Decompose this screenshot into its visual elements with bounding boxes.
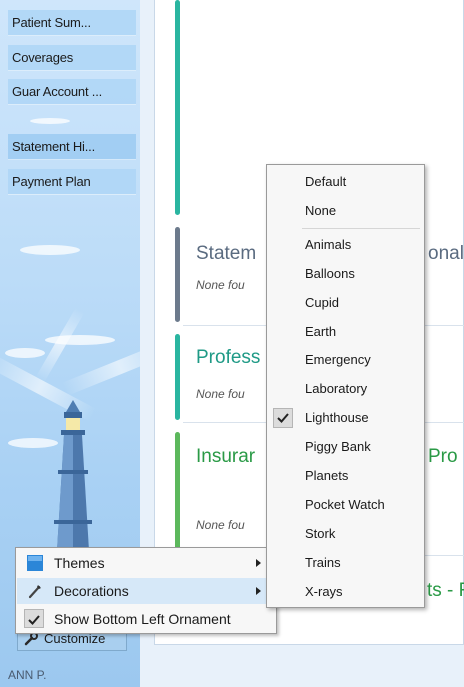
decoration-label: Lighthouse — [305, 410, 369, 425]
check-icon — [277, 413, 289, 423]
decoration-label: Emergency — [305, 352, 371, 367]
submenu-arrow-icon — [256, 587, 261, 595]
menu-item-label: Show Bottom Left Ornament — [54, 611, 231, 627]
statement-card-empty-text: None fou — [196, 278, 245, 292]
decoration-earth[interactable]: Earth — [268, 318, 423, 346]
checkmark-box — [273, 408, 293, 428]
decoration-stork[interactable]: Stork — [268, 520, 423, 548]
decoration-label: Planets — [305, 468, 349, 483]
cloud — [20, 245, 80, 255]
sidebar-item-coverages[interactable]: Coverages — [8, 45, 136, 71]
decoration-label: X-rays — [305, 584, 343, 599]
context-menu: Themes Decorations Show Bottom Left Orna… — [15, 547, 277, 634]
decoration-lighthouse[interactable]: Lighthouse — [268, 404, 423, 432]
light-beam — [61, 338, 140, 396]
professional-card-empty-text: None fou — [196, 387, 245, 401]
menu-item-themes[interactable]: Themes — [17, 550, 275, 576]
decoration-none[interactable]: None — [268, 197, 423, 225]
menu-item-label: Themes — [54, 555, 105, 571]
decoration-label: Earth — [305, 324, 337, 339]
decoration-planets[interactable]: Planets — [268, 462, 423, 490]
decoration-label: Cupid — [305, 295, 339, 310]
decoration-label: Pocket Watch — [305, 497, 385, 512]
decoration-x-rays[interactable]: X-rays — [268, 578, 423, 606]
menu-separator — [302, 228, 420, 229]
insurance-card-title-tail: Pro — [428, 446, 458, 467]
decoration-label: Stork — [305, 526, 336, 541]
sidebar-item-payment-plan[interactable]: Payment Plan — [8, 169, 136, 195]
decoration-label: Default — [305, 174, 347, 189]
cloud — [30, 118, 70, 124]
decoration-label: Piggy Bank — [305, 439, 371, 454]
menu-item-show-bottom-left-ornament[interactable]: Show Bottom Left Ornament — [17, 606, 275, 632]
checkmark-box — [24, 609, 44, 628]
decoration-label: Laboratory — [305, 381, 368, 396]
decoration-animals[interactable]: Animals — [268, 231, 423, 259]
statement-card-title-tail: onal — [428, 243, 464, 264]
sidebar-item-statement-history[interactable]: Statement Hi... — [8, 134, 136, 160]
submenu-arrow-icon — [256, 559, 261, 567]
decoration-default[interactable]: Default — [268, 168, 423, 196]
decoration-label: Balloons — [305, 266, 355, 281]
decoration-laboratory[interactable]: Laboratory — [268, 375, 423, 403]
decoration-pocket-watch[interactable]: Pocket Watch — [268, 491, 423, 519]
statement-card-accent — [175, 227, 180, 322]
sidebar-item-patient-summary[interactable]: Patient Sum... — [8, 10, 136, 36]
menu-item-label: Decorations — [54, 583, 129, 599]
professional-card-accent — [175, 334, 180, 420]
brush-icon — [28, 585, 41, 599]
insurance-card-empty-text: None fou — [196, 518, 245, 532]
insurance-card-accent — [175, 432, 180, 552]
top-card-accent — [175, 0, 180, 215]
card-title-tail: ts - F — [427, 580, 464, 601]
decoration-trains[interactable]: Trains — [268, 549, 423, 577]
decoration-label: Trains — [305, 555, 341, 570]
check-icon — [28, 615, 40, 625]
insurance-card-title: Insurar — [196, 446, 256, 467]
professional-card-title: Profess — [196, 347, 261, 368]
cloud — [45, 335, 115, 345]
themes-icon — [27, 555, 43, 571]
decorations-submenu: Default None Animals Balloons Cupid Eart… — [266, 164, 425, 608]
wrench-icon — [24, 632, 38, 646]
statement-card-title: Statem — [196, 243, 257, 264]
decoration-balloons[interactable]: Balloons — [268, 260, 423, 288]
menu-item-decorations[interactable]: Decorations — [17, 578, 275, 604]
decoration-emergency[interactable]: Emergency — [268, 346, 423, 374]
decoration-cupid[interactable]: Cupid — [268, 289, 423, 317]
light-beam — [35, 307, 85, 383]
sidebar-item-guar-account[interactable]: Guar Account ... — [8, 79, 136, 105]
decoration-label: Animals — [305, 237, 352, 252]
cloud — [5, 348, 45, 358]
decoration-piggy-bank[interactable]: Piggy Bank — [268, 433, 423, 461]
decoration-label: None — [305, 203, 337, 218]
current-user: ANN P. — [8, 668, 47, 682]
